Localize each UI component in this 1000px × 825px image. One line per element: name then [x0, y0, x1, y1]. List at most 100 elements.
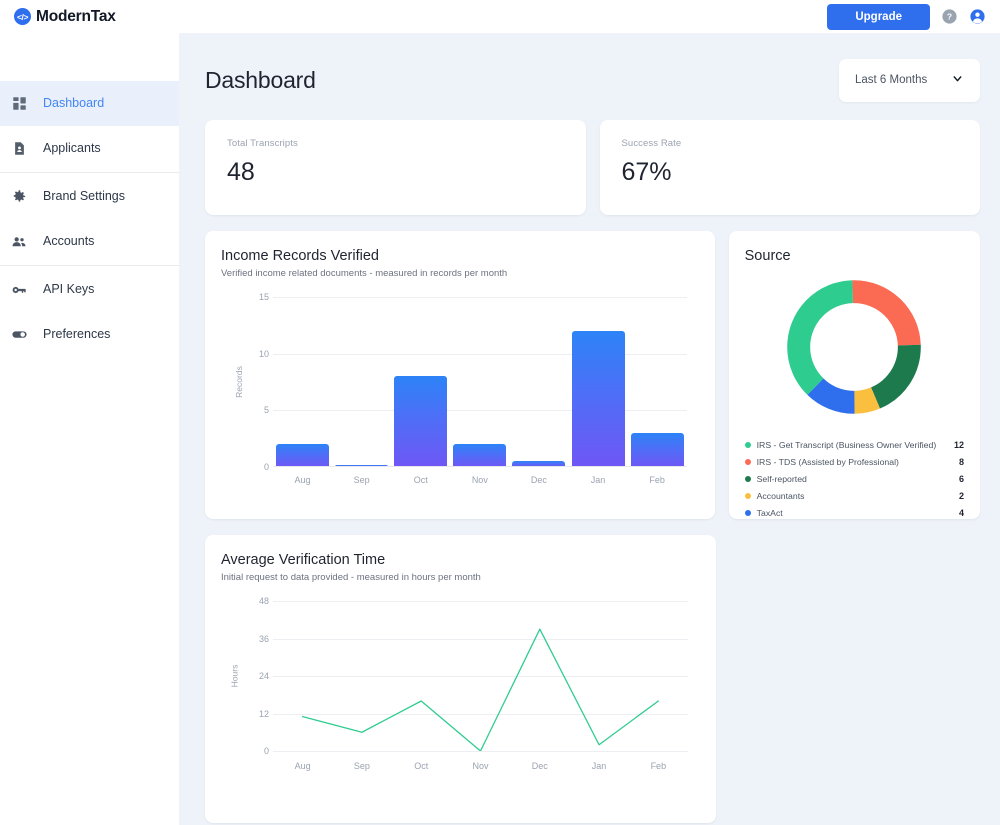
- sidebar-divider: [0, 265, 179, 266]
- donut-chart: [745, 274, 964, 420]
- sidebar-item-accounts[interactable]: Accounts: [0, 219, 179, 264]
- source-title: Source: [744, 248, 791, 264]
- axis-tick-label: Oct: [413, 475, 428, 485]
- sidebar: Dashboard Applicants Brand Settings Acco…: [0, 33, 179, 825]
- axis-tick-label: Jan: [590, 475, 606, 485]
- document-person-icon: [8, 141, 30, 156]
- stat-card-total-transcripts: Total Transcripts 48: [205, 120, 586, 215]
- help-circle-icon[interactable]: ?: [941, 8, 958, 25]
- bar-chart-yticks: 0 5 10 15: [235, 292, 269, 472]
- top-bar-actions: Upgrade ?: [827, 3, 986, 30]
- bar-cell: [391, 297, 450, 467]
- sidebar-item-label: Accounts: [43, 234, 95, 249]
- legend-label: IRS - Get Transcript (Business Owner Ver…: [756, 439, 937, 450]
- period-select-value: Last 6 Months: [855, 74, 928, 86]
- chart-subtitle: Verified income related documents - meas…: [221, 268, 508, 279]
- legend-color-dot: [744, 509, 751, 516]
- line-chart-grid: [273, 601, 688, 752]
- legend-value: 4: [958, 507, 964, 518]
- sidebar-item-applicants[interactable]: Applicants: [0, 126, 179, 171]
- bar-cell: [332, 297, 391, 467]
- sidebar-divider: [0, 172, 179, 173]
- legend-row: TaxAct 4: [744, 504, 964, 521]
- stat-card-success-rate: Success Rate 67%: [599, 120, 980, 215]
- line-chart-yticks: 0 12 24 36 48: [235, 596, 269, 756]
- account-circle-icon[interactable]: [969, 8, 986, 25]
- legend-row: IRS - Get Transcript (Business Owner Ver…: [744, 436, 964, 453]
- sidebar-item-label: Preferences: [43, 327, 111, 342]
- period-select[interactable]: Last 6 Months: [839, 58, 980, 102]
- sidebar-item-api-keys[interactable]: API Keys: [0, 267, 179, 312]
- legend-row: IRS - TDS (Assisted by Professional) 8: [744, 453, 964, 470]
- bar[interactable]: [453, 444, 507, 467]
- axis-tick-label: 5: [263, 405, 269, 416]
- axis-tick-label: Sep: [353, 761, 370, 771]
- bar[interactable]: [394, 376, 448, 467]
- upgrade-button[interactable]: Upgrade: [827, 3, 930, 30]
- sidebar-item-brand-settings[interactable]: Brand Settings: [0, 174, 179, 219]
- sidebar-item-preferences[interactable]: Preferences: [0, 312, 179, 357]
- axis-tick-label: Oct: [414, 761, 429, 771]
- axis-tick-label: 10: [258, 348, 269, 359]
- sidebar-item-dashboard[interactable]: Dashboard: [0, 81, 179, 126]
- line-chart-xaxis: Aug Sep Oct Nov Dec Jan Feb: [273, 761, 688, 771]
- chevron-down-icon: [951, 72, 964, 88]
- bar[interactable]: [630, 433, 684, 467]
- page-title: Dashboard: [205, 66, 316, 93]
- axis-tick-label: Feb: [649, 475, 665, 485]
- chart-title: Average Verification Time: [221, 552, 386, 568]
- axis-tick-label: Feb: [650, 761, 667, 771]
- brand-name: ModernTax: [36, 7, 116, 25]
- axis-tick-label: Dec: [530, 475, 547, 485]
- app-root: </> ModernTax Upgrade ? Dashboard Applic…: [0, 0, 1000, 825]
- axis-tick-label: 48: [258, 596, 269, 606]
- bar-cell: [450, 297, 509, 467]
- bar-cell: [628, 297, 687, 467]
- axis-tick-label: Aug: [294, 761, 311, 771]
- chart-title: Income Records Verified: [221, 248, 379, 264]
- sidebar-item-label: API Keys: [43, 282, 95, 297]
- bar[interactable]: [276, 444, 330, 467]
- axis-tick-label: 0: [263, 746, 269, 756]
- bar[interactable]: [571, 331, 625, 467]
- legend-label: IRS - TDS (Assisted by Professional): [756, 456, 899, 467]
- bar-cell: [509, 297, 568, 467]
- stat-cards-row: Total Transcripts 48 Success Rate 67%: [205, 120, 980, 215]
- legend-color-dot: [744, 441, 751, 448]
- bar-chart-grid: [273, 297, 687, 467]
- legend-color-dot: [744, 475, 751, 482]
- axis-tick-label: Dec: [531, 761, 548, 771]
- stat-value: 67%: [621, 158, 672, 186]
- legend-row: Self-reported 6: [744, 470, 964, 487]
- line-path: [303, 629, 659, 751]
- people-icon: [8, 234, 30, 250]
- axis-tick-label: Nov: [471, 475, 488, 485]
- axis-tick-label: 36: [258, 633, 269, 644]
- income-records-chart-card: Income Records Verified Verified income …: [205, 231, 715, 519]
- bottom-row: Average Verification Time Initial reques…: [205, 535, 980, 823]
- page-header: Dashboard Last 6 Months: [205, 58, 980, 102]
- stat-label: Total Transcripts: [227, 138, 298, 149]
- bar-cell: [273, 297, 332, 467]
- axis-tick-label: Sep: [353, 475, 370, 485]
- charts-row: Income Records Verified Verified income …: [205, 231, 980, 519]
- verification-time-chart-card: Average Verification Time Initial reques…: [205, 535, 716, 823]
- bar-cell: [568, 297, 627, 467]
- bar-chart-xaxis: Aug Sep Oct Nov Dec Jan Feb: [273, 475, 687, 485]
- legend-label: Self-reported: [756, 473, 807, 484]
- legend-color-dot: [744, 458, 751, 465]
- chart-subtitle: Initial request to data provided - measu…: [221, 572, 481, 583]
- legend-label: TaxAct: [756, 507, 783, 518]
- legend-row: Accountants 2: [744, 487, 964, 504]
- axis-tick-label: 0: [263, 462, 269, 472]
- legend-value: 6: [958, 473, 964, 484]
- main-content: Dashboard Last 6 Months Total Transcript…: [179, 33, 1000, 825]
- legend-value: 2: [958, 490, 964, 501]
- grid-dashboard-icon: [8, 96, 30, 111]
- gridline: [273, 751, 688, 752]
- brand-logo[interactable]: </> ModernTax: [14, 8, 116, 26]
- axis-tick-label: 24: [258, 671, 269, 681]
- sidebar-item-label: Dashboard: [43, 96, 105, 111]
- bar-series: [273, 297, 687, 467]
- legend-value: 12: [953, 439, 964, 450]
